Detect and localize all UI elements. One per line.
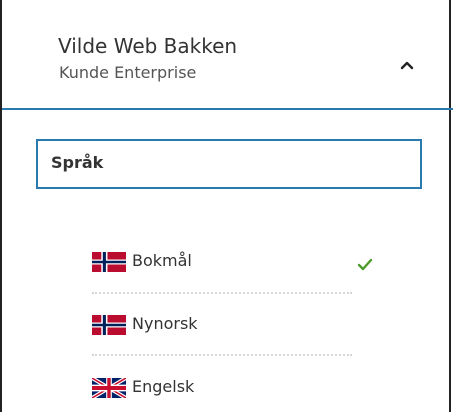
language-option-bokmal[interactable]: Bokmål	[92, 242, 352, 282]
user-menu-panel: Vilde Web Bakken Kunde Enterprise Språk …	[0, 0, 453, 412]
language-option-engelsk[interactable]: Engelsk	[92, 368, 352, 408]
user-header[interactable]: Vilde Web Bakken Kunde Enterprise	[2, 0, 453, 110]
language-section-header[interactable]: Språk	[36, 139, 422, 189]
norway-flag-icon	[92, 252, 126, 272]
language-label: Engelsk	[132, 377, 195, 396]
section-title: Språk	[51, 153, 104, 172]
checkmark-icon	[357, 258, 373, 271]
uk-flag-icon	[92, 378, 126, 398]
user-name: Vilde Web Bakken	[58, 34, 238, 58]
language-option-nynorsk[interactable]: Nynorsk	[92, 305, 352, 345]
divider	[92, 354, 352, 356]
norway-flag-icon	[92, 315, 126, 335]
divider	[92, 292, 352, 294]
user-role: Kunde Enterprise	[59, 63, 197, 82]
language-label: Nynorsk	[132, 314, 198, 333]
language-label: Bokmål	[132, 251, 192, 270]
chevron-up-icon	[400, 61, 414, 70]
collapse-button[interactable]	[392, 50, 422, 80]
